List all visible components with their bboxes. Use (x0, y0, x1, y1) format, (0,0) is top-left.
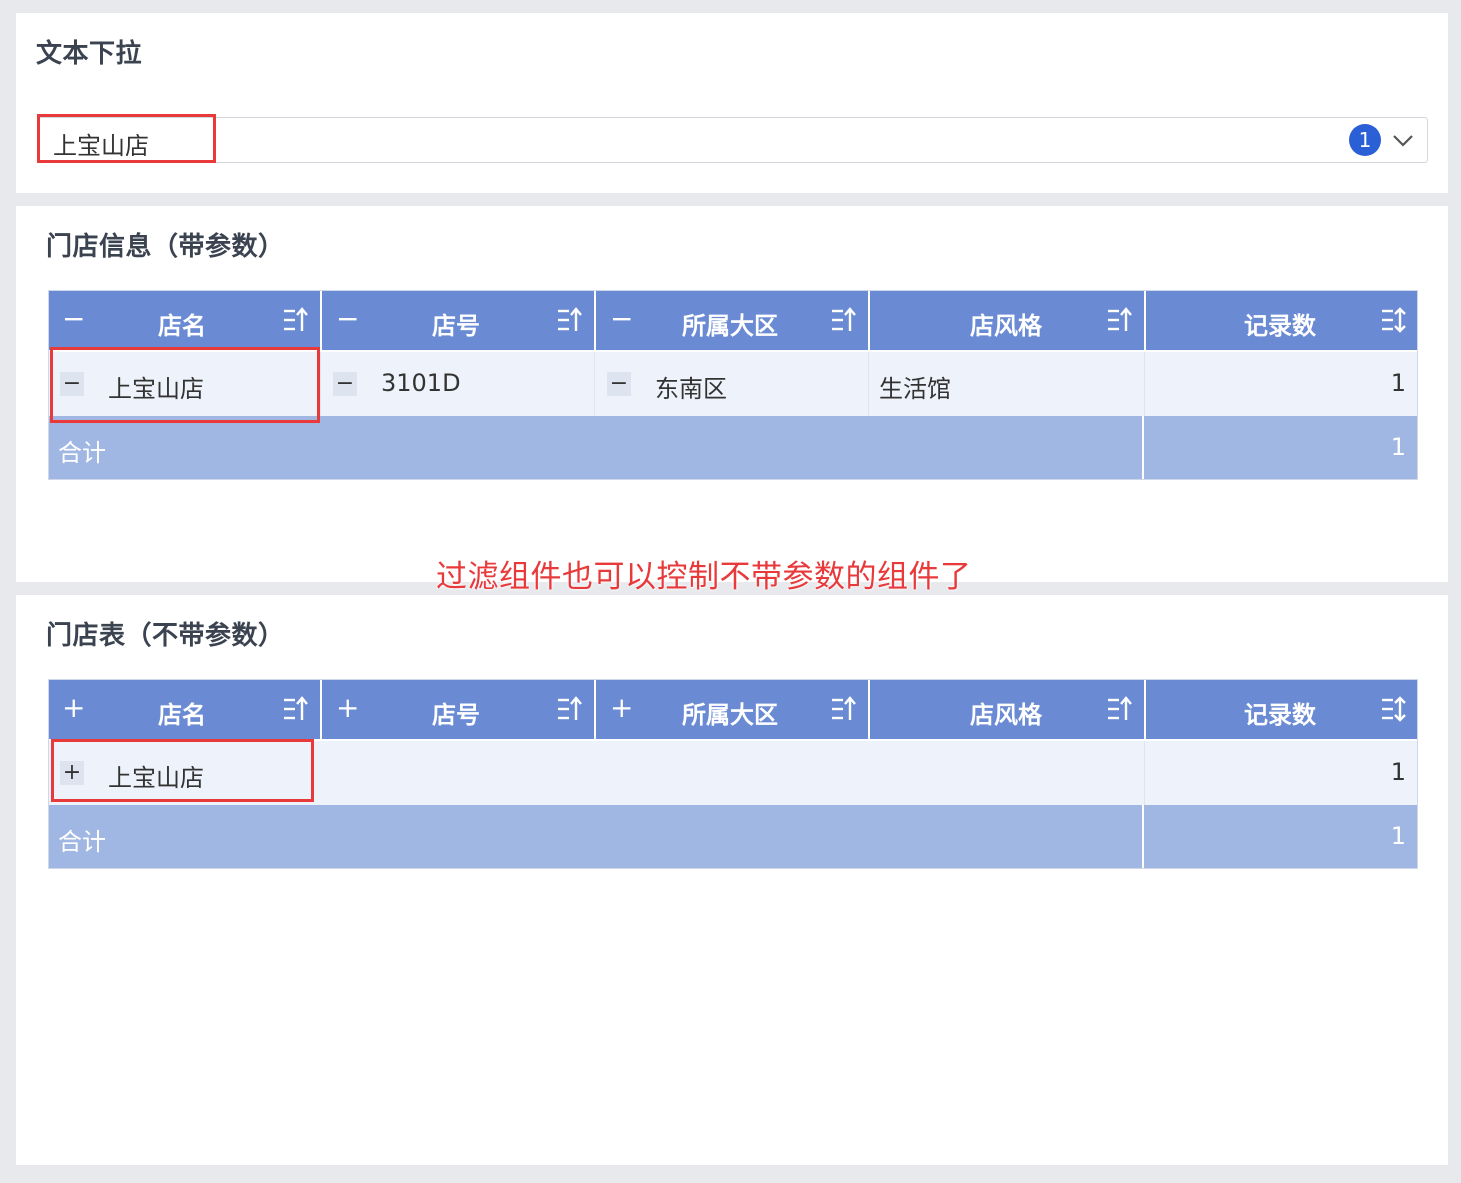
table-header: − 店名 − 店号 − 所属大区 店风格 记录数 (48, 290, 1418, 350)
sort-icon[interactable] (1106, 306, 1134, 334)
text-dropdown-panel: 文本下拉 上宝山店 1 (16, 13, 1448, 193)
table-header: + 店名 + 店号 + 所属大区 店风格 记录数 (48, 679, 1418, 739)
header-label: 店风格 (970, 312, 1042, 340)
header-store-style[interactable]: 店风格 (868, 290, 1144, 350)
collapse-icon[interactable]: − (607, 372, 631, 396)
panel-title: 门店信息（带参数） (46, 232, 285, 262)
total-label: 合计 (58, 828, 106, 856)
header-label: 所属大区 (682, 312, 778, 340)
header-label: 记录数 (1244, 701, 1316, 729)
cell-number: 1 (1390, 758, 1406, 786)
sort-both-icon[interactable] (1380, 695, 1408, 723)
cell-store-number: − 3101D (320, 352, 594, 416)
chevron-down-icon[interactable] (1389, 126, 1417, 154)
cell-store-name: − 上宝山店 (48, 352, 320, 416)
sort-icon[interactable] (282, 695, 310, 723)
sort-icon[interactable] (1106, 695, 1134, 723)
header-store-style[interactable]: 店风格 (868, 679, 1144, 739)
header-label: 记录数 (1244, 312, 1316, 340)
header-record-count[interactable]: 记录数 (1144, 290, 1418, 350)
collapse-icon[interactable]: − (60, 372, 84, 396)
cell-record-count: 1 (1144, 352, 1418, 416)
table-row: − 上宝山店 − 3101D − 东南区 生活馆 1 (48, 352, 1418, 416)
sort-icon[interactable] (830, 695, 858, 723)
header-label: 店号 (432, 701, 480, 729)
panel-title: 文本下拉 (36, 39, 143, 69)
total-label: 合计 (58, 439, 106, 467)
panel-title: 门店表（不带参数） (46, 621, 285, 651)
collapse-icon[interactable]: − (610, 304, 633, 334)
header-record-count[interactable]: 记录数 (1144, 679, 1418, 739)
header-region[interactable]: − 所属大区 (594, 290, 868, 350)
header-store-number[interactable]: + 店号 (320, 679, 594, 739)
header-store-number[interactable]: − 店号 (320, 290, 594, 350)
cell-text: 上宝山店 (108, 764, 204, 792)
divider (1142, 805, 1144, 869)
expand-icon[interactable]: + (336, 693, 359, 723)
sort-icon[interactable] (830, 306, 858, 334)
header-label: 店风格 (970, 701, 1042, 729)
expand-icon[interactable]: + (62, 693, 85, 723)
total-row: 合计 1 (48, 416, 1418, 480)
dropdown-selected-value: 上宝山店 (53, 132, 149, 160)
collapse-icon[interactable]: − (62, 304, 85, 334)
expand-icon[interactable]: + (60, 761, 84, 785)
total-row: 合计 1 (48, 805, 1418, 869)
cell-store-name: + 上宝山店 (48, 741, 1144, 805)
annotation-text: 过滤组件也可以控制不带参数的组件了 (436, 559, 972, 595)
header-store-name[interactable]: + 店名 (48, 679, 320, 739)
cell-region: − 东南区 (594, 352, 868, 416)
divider (1142, 416, 1144, 480)
cell-number: 1 (1390, 369, 1406, 397)
header-label: 店名 (158, 701, 206, 729)
selected-count-badge: 1 (1349, 124, 1381, 156)
header-label: 店号 (432, 312, 480, 340)
header-region[interactable]: + 所属大区 (594, 679, 868, 739)
total-value: 1 (1390, 822, 1406, 850)
table-row: + 上宝山店 1 (48, 741, 1418, 805)
cell-text: 3101D (381, 369, 461, 397)
cell-store-style: 生活馆 (868, 352, 1144, 416)
sort-icon[interactable] (282, 306, 310, 334)
header-label: 所属大区 (682, 701, 778, 729)
header-store-name[interactable]: − 店名 (48, 290, 320, 350)
text-dropdown[interactable]: 上宝山店 1 (38, 117, 1428, 163)
store-table-panel: 门店表（不带参数） + 店名 + 店号 + 所属大区 店风格 记录数 + 上宝山… (16, 595, 1448, 1165)
cell-text: 生活馆 (879, 375, 951, 403)
total-value: 1 (1390, 433, 1406, 461)
sort-icon[interactable] (556, 306, 584, 334)
store-info-panel: 门店信息（带参数） − 店名 − 店号 − 所属大区 店风格 记录数 − 上宝山… (16, 206, 1448, 582)
cell-text: 东南区 (655, 375, 727, 403)
collapse-icon[interactable]: − (333, 372, 357, 396)
sort-both-icon[interactable] (1380, 306, 1408, 334)
expand-icon[interactable]: + (610, 693, 633, 723)
header-label: 店名 (158, 312, 206, 340)
collapse-icon[interactable]: − (336, 304, 359, 334)
cell-text: 上宝山店 (108, 375, 204, 403)
sort-icon[interactable] (556, 695, 584, 723)
cell-record-count: 1 (1144, 741, 1418, 805)
